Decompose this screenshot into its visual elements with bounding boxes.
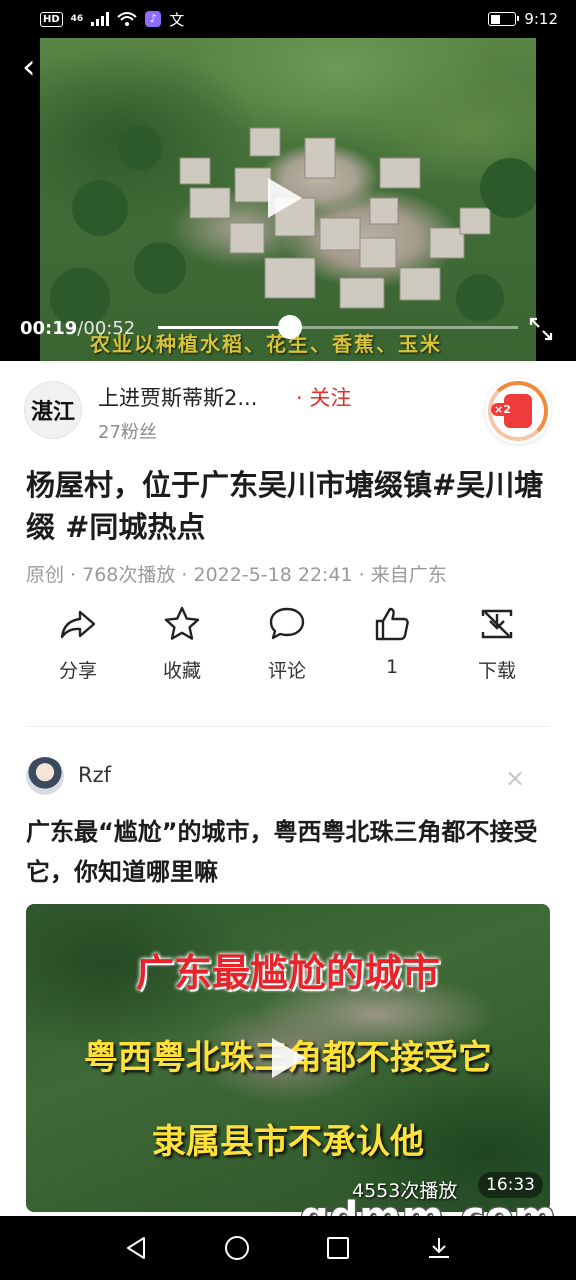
thumbnail-headline: 广东最尴尬的城市 [135,951,440,995]
clock: 9:12 [524,10,558,28]
section-divider [26,726,550,727]
download-icon [481,609,513,639]
multiplier-badge: ×2 [491,403,514,416]
thumbs-up-icon [375,607,409,641]
close-icon[interactable]: × [505,766,525,790]
recommended-video-thumbnail[interactable]: 广东最尴尬的城市 粤西粤北珠三角都不接受它 隶属县市不承认他 4553次播放 1… [26,904,550,1212]
network-type: 46 [70,13,84,24]
signal-icon [91,12,110,26]
star-icon [164,606,200,640]
video-duration: /00:52 [77,318,136,339]
hd-badge: HD [40,11,63,27]
music-app-icon: ♪ [145,11,162,27]
follow-label: 关注 [309,386,352,410]
author-avatar[interactable]: 湛江 [24,381,82,439]
recommended-title[interactable]: 广东最“尴尬”的城市，粤西粤北珠三角都不接受它，你知道哪里嘛 [26,812,556,892]
video-time: 00:19/00:52 [20,318,135,339]
comment-button[interactable]: 评论 [235,600,339,683]
author-row: 湛江 上进贾斯蒂斯2... · 关注 27粉丝 ×2 [24,378,554,448]
favorite-label: 收藏 [162,660,201,682]
share-icon [60,610,96,639]
author-fans: 27粉丝 [98,422,157,443]
recommended-avatar[interactable] [26,757,64,795]
status-bar: HD 46 ♪ 文 9:12 [0,0,576,38]
comment-icon [269,607,305,640]
fullscreen-icon[interactable] [528,316,554,342]
thumbnail-subline-2: 隶属县市不承认他 [152,1122,424,1162]
notification-pulldown-icon[interactable] [425,1234,453,1262]
favorite-button[interactable]: 收藏 [130,600,234,683]
download-button[interactable]: 下载 [445,600,549,683]
play-icon[interactable] [272,1038,306,1078]
like-button[interactable]: 1 [340,600,444,678]
seek-handle[interactable] [277,315,302,339]
author-name[interactable]: 上进贾斯蒂斯2... [98,382,257,412]
comment-label: 评论 [267,660,306,682]
share-label: 分享 [58,660,97,682]
back-icon[interactable]: ‹ [22,50,36,84]
translate-app-icon: 文 [169,10,185,29]
recommended-username[interactable]: Rzf [78,763,111,787]
current-time: 00:19 [20,318,78,339]
action-bar: 分享 收藏 评论 1 下载 [0,600,576,690]
video-player[interactable]: ‹ 农业以种植水稻、花生、香蕉、玉米 00:19/00:52 [0,38,576,361]
battery-icon [488,12,520,26]
recents-square-icon[interactable] [324,1234,352,1262]
seek-bar[interactable] [158,326,518,329]
play-icon[interactable] [268,178,302,218]
home-circle-icon[interactable] [223,1234,251,1262]
download-label: 下载 [477,660,516,682]
post-title: 杨屋村，位于广东吴川市塘缀镇#吴川塘缀 #同城热点 [26,468,544,544]
follow-button[interactable]: · 关注 [296,382,351,412]
seek-bar-fill [158,326,290,329]
like-count: 1 [385,656,399,678]
share-button[interactable]: 分享 [26,600,130,683]
video-caption: 农业以种植水稻、花生、香蕉、玉米 [90,332,442,356]
red-packet-badge[interactable]: ×2 [485,378,551,444]
wifi-icon [117,12,137,26]
system-nav-bar [0,1216,576,1280]
post-meta: 原创 · 768次播放 · 2022-5-18 22:41 · 来自广东 [26,564,447,586]
back-triangle-icon[interactable] [122,1234,150,1262]
